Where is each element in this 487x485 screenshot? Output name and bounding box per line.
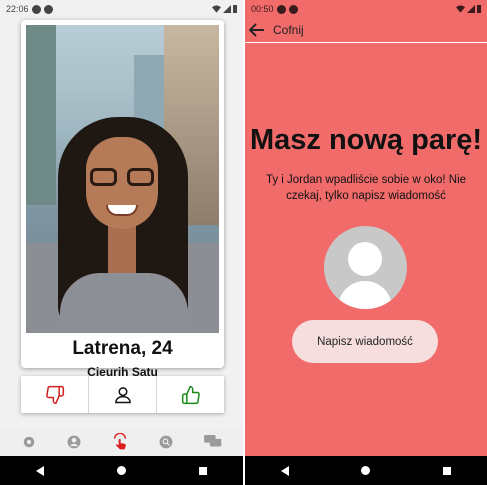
battery-icon xyxy=(477,5,481,13)
swipe-icon[interactable] xyxy=(112,433,128,451)
home-nav-icon[interactable] xyxy=(361,466,371,475)
write-message-button[interactable]: Napisz wiadomość xyxy=(292,320,438,363)
status-bar: 00:50 xyxy=(245,0,487,18)
match-screen: 00:50 Cofnij Masz nową parę! Ty i Jordan… xyxy=(245,0,487,485)
profile-screen: 22:06 Latrena, 24 Cieurih Satu xyxy=(0,0,243,485)
search-icon[interactable] xyxy=(159,435,173,449)
wifi-icon xyxy=(212,5,221,13)
profile-card[interactable]: Latrena, 24 Cieurih Satu xyxy=(21,20,224,379)
like-button[interactable] xyxy=(157,376,224,413)
signal-icon xyxy=(223,5,231,13)
thumbs-down-icon xyxy=(45,385,64,404)
match-title: Masz nową parę! xyxy=(249,124,483,156)
app-notification-icon xyxy=(31,4,41,14)
battery-icon xyxy=(233,5,237,13)
system-navigation-bar xyxy=(245,456,487,485)
status-time: 22:06 xyxy=(6,4,29,14)
thumbs-up-icon xyxy=(181,385,200,404)
recents-nav-icon[interactable] xyxy=(442,466,451,475)
home-nav-icon[interactable] xyxy=(116,466,126,475)
status-bar: 22:06 xyxy=(0,0,243,18)
top-app-bar: Cofnij xyxy=(245,18,487,43)
recents-nav-icon[interactable] xyxy=(198,466,207,475)
wifi-icon xyxy=(456,5,465,13)
back-button-label[interactable]: Cofnij xyxy=(273,23,304,37)
app-notification-icon xyxy=(276,4,286,14)
back-arrow-icon[interactable] xyxy=(249,23,265,37)
signal-icon xyxy=(467,5,475,13)
chat-icon[interactable] xyxy=(203,435,222,449)
app-notification-icon-2 xyxy=(288,4,298,14)
app-notification-icon-2 xyxy=(43,4,53,14)
back-nav-icon[interactable] xyxy=(281,465,290,476)
swipe-actions xyxy=(21,376,224,413)
match-description: Ty i Jordan wpadliście sobie w oko! Nie … xyxy=(265,174,467,202)
bottom-navigation xyxy=(0,428,243,456)
profile-photo xyxy=(26,25,219,333)
person-icon xyxy=(114,386,131,403)
back-nav-icon[interactable] xyxy=(36,465,45,476)
profile-details-button[interactable] xyxy=(89,376,157,413)
status-time: 00:50 xyxy=(251,4,274,14)
profile-name: Latrena, 24 xyxy=(72,338,173,359)
dislike-button[interactable] xyxy=(21,376,89,413)
system-navigation-bar xyxy=(0,456,243,485)
account-icon[interactable] xyxy=(67,435,81,449)
gear-icon[interactable] xyxy=(22,435,36,449)
avatar xyxy=(324,226,407,309)
